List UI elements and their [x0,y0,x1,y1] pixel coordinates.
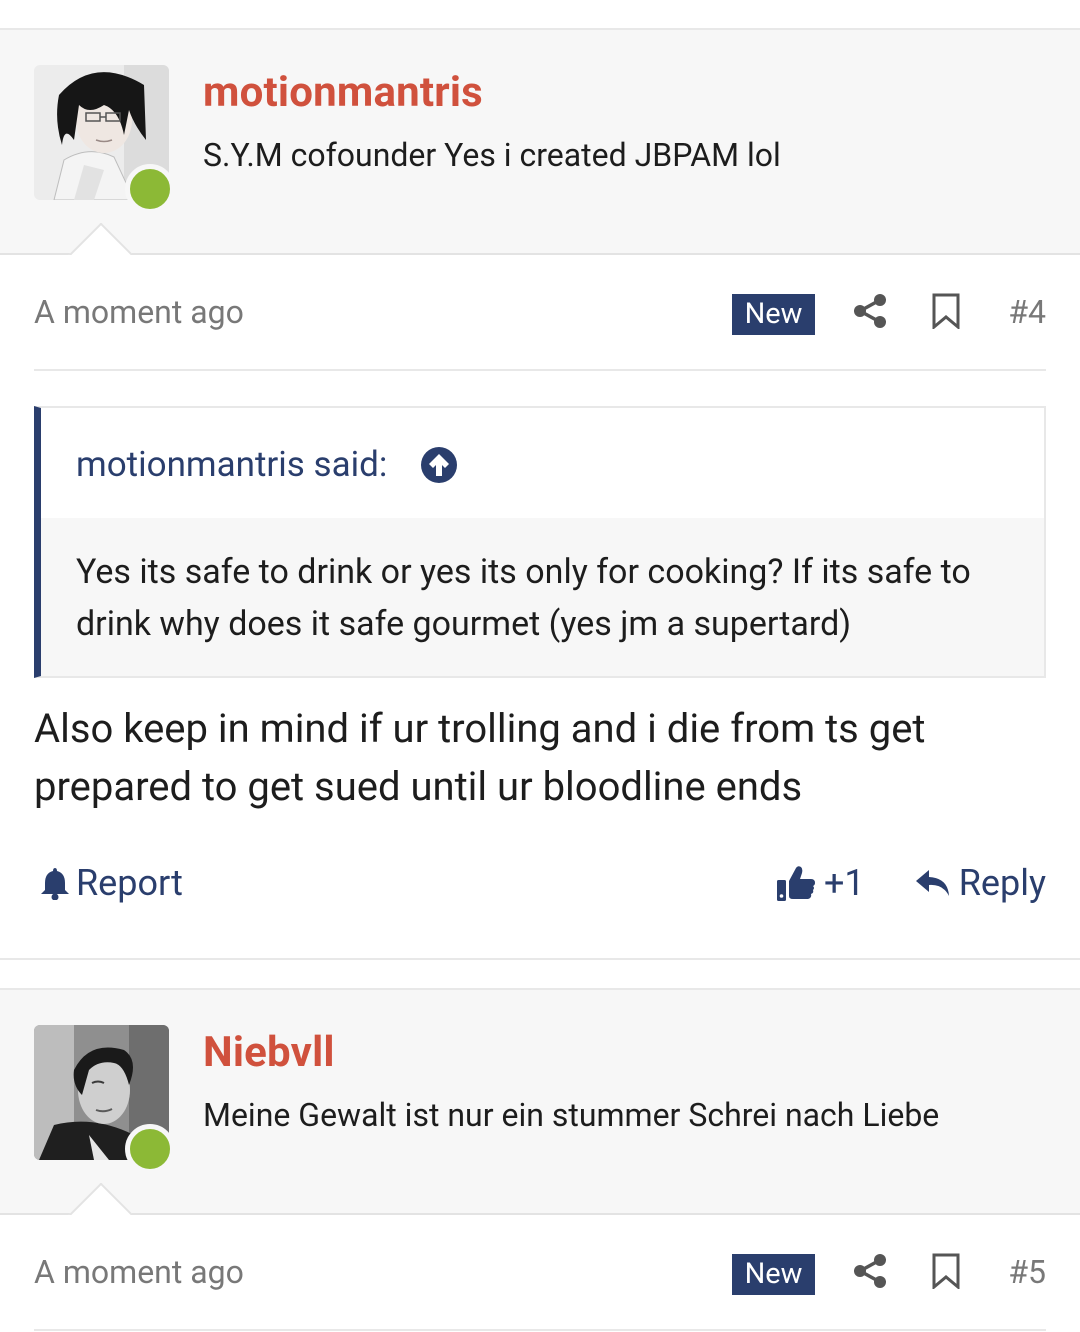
post-4: motionmantris S.Y.M cofounder Yes i crea… [0,30,1080,371]
thumbs-up-icon [777,866,815,901]
user-title: S.Y.M cofounder Yes i created JBPAM lol [203,136,781,174]
post-5-user-block: Niebvll Meine Gewalt ist nur ein stummer… [0,990,1080,1215]
bookmark-icon[interactable] [931,1253,961,1289]
reply-label: Reply [958,862,1046,904]
new-badge: New [732,1254,815,1295]
reply-arrow-icon [915,870,949,896]
online-status-indicator [125,1124,175,1174]
top-divider [0,0,1080,30]
post-5-avatar-wrap[interactable] [34,1025,175,1174]
like-button[interactable]: +1 [776,862,865,904]
share-icon[interactable] [852,1253,888,1289]
reply-button[interactable]: Reply [915,862,1046,904]
quote-text: Yes its safe to drink or yes its only fo… [41,518,1044,676]
username[interactable]: motionmantris [203,68,483,117]
new-badge: New [732,294,815,335]
post-number[interactable]: #4 [1008,293,1046,331]
post-message: Also keep in mind if ur trolling and i d… [34,705,926,810]
post-4-avatar-wrap[interactable] [34,65,175,214]
user-block-caret [68,223,132,255]
post-divider [0,958,1080,990]
quote-header: motionmantris said: [41,408,1044,518]
post-5-meta-row: A moment ago New #5 [34,1215,1046,1331]
username[interactable]: Niebvll [203,1028,335,1077]
bell-icon [41,868,69,900]
post-5: Niebvll Meine Gewalt ist nur ein stummer… [0,990,1080,1331]
report-label: Report [76,862,183,904]
forum-thread-page: motionmantris S.Y.M cofounder Yes i crea… [0,0,1080,1332]
post-timestamp[interactable]: A moment ago [34,293,244,331]
bookmark-icon[interactable] [931,293,961,329]
post-actions: Report +1 Reply [34,862,1046,912]
quote-author[interactable]: motionmantris said: [76,444,387,485]
online-status-indicator [125,164,175,214]
share-icon[interactable] [852,293,888,329]
user-title: Meine Gewalt ist nur ein stummer Schrei … [203,1096,940,1134]
arrow-circle-up-icon[interactable] [420,446,458,484]
like-count: +1 [824,862,865,904]
quote-block: motionmantris said: Yes its safe to drin… [34,406,1046,678]
post-timestamp[interactable]: A moment ago [34,1253,244,1291]
report-button[interactable]: Report [40,862,183,904]
post-number[interactable]: #5 [1008,1253,1046,1291]
post-4-meta-row: A moment ago New #4 [34,255,1046,371]
post-4-user-block: motionmantris S.Y.M cofounder Yes i crea… [0,30,1080,255]
user-block-caret [68,1183,132,1215]
